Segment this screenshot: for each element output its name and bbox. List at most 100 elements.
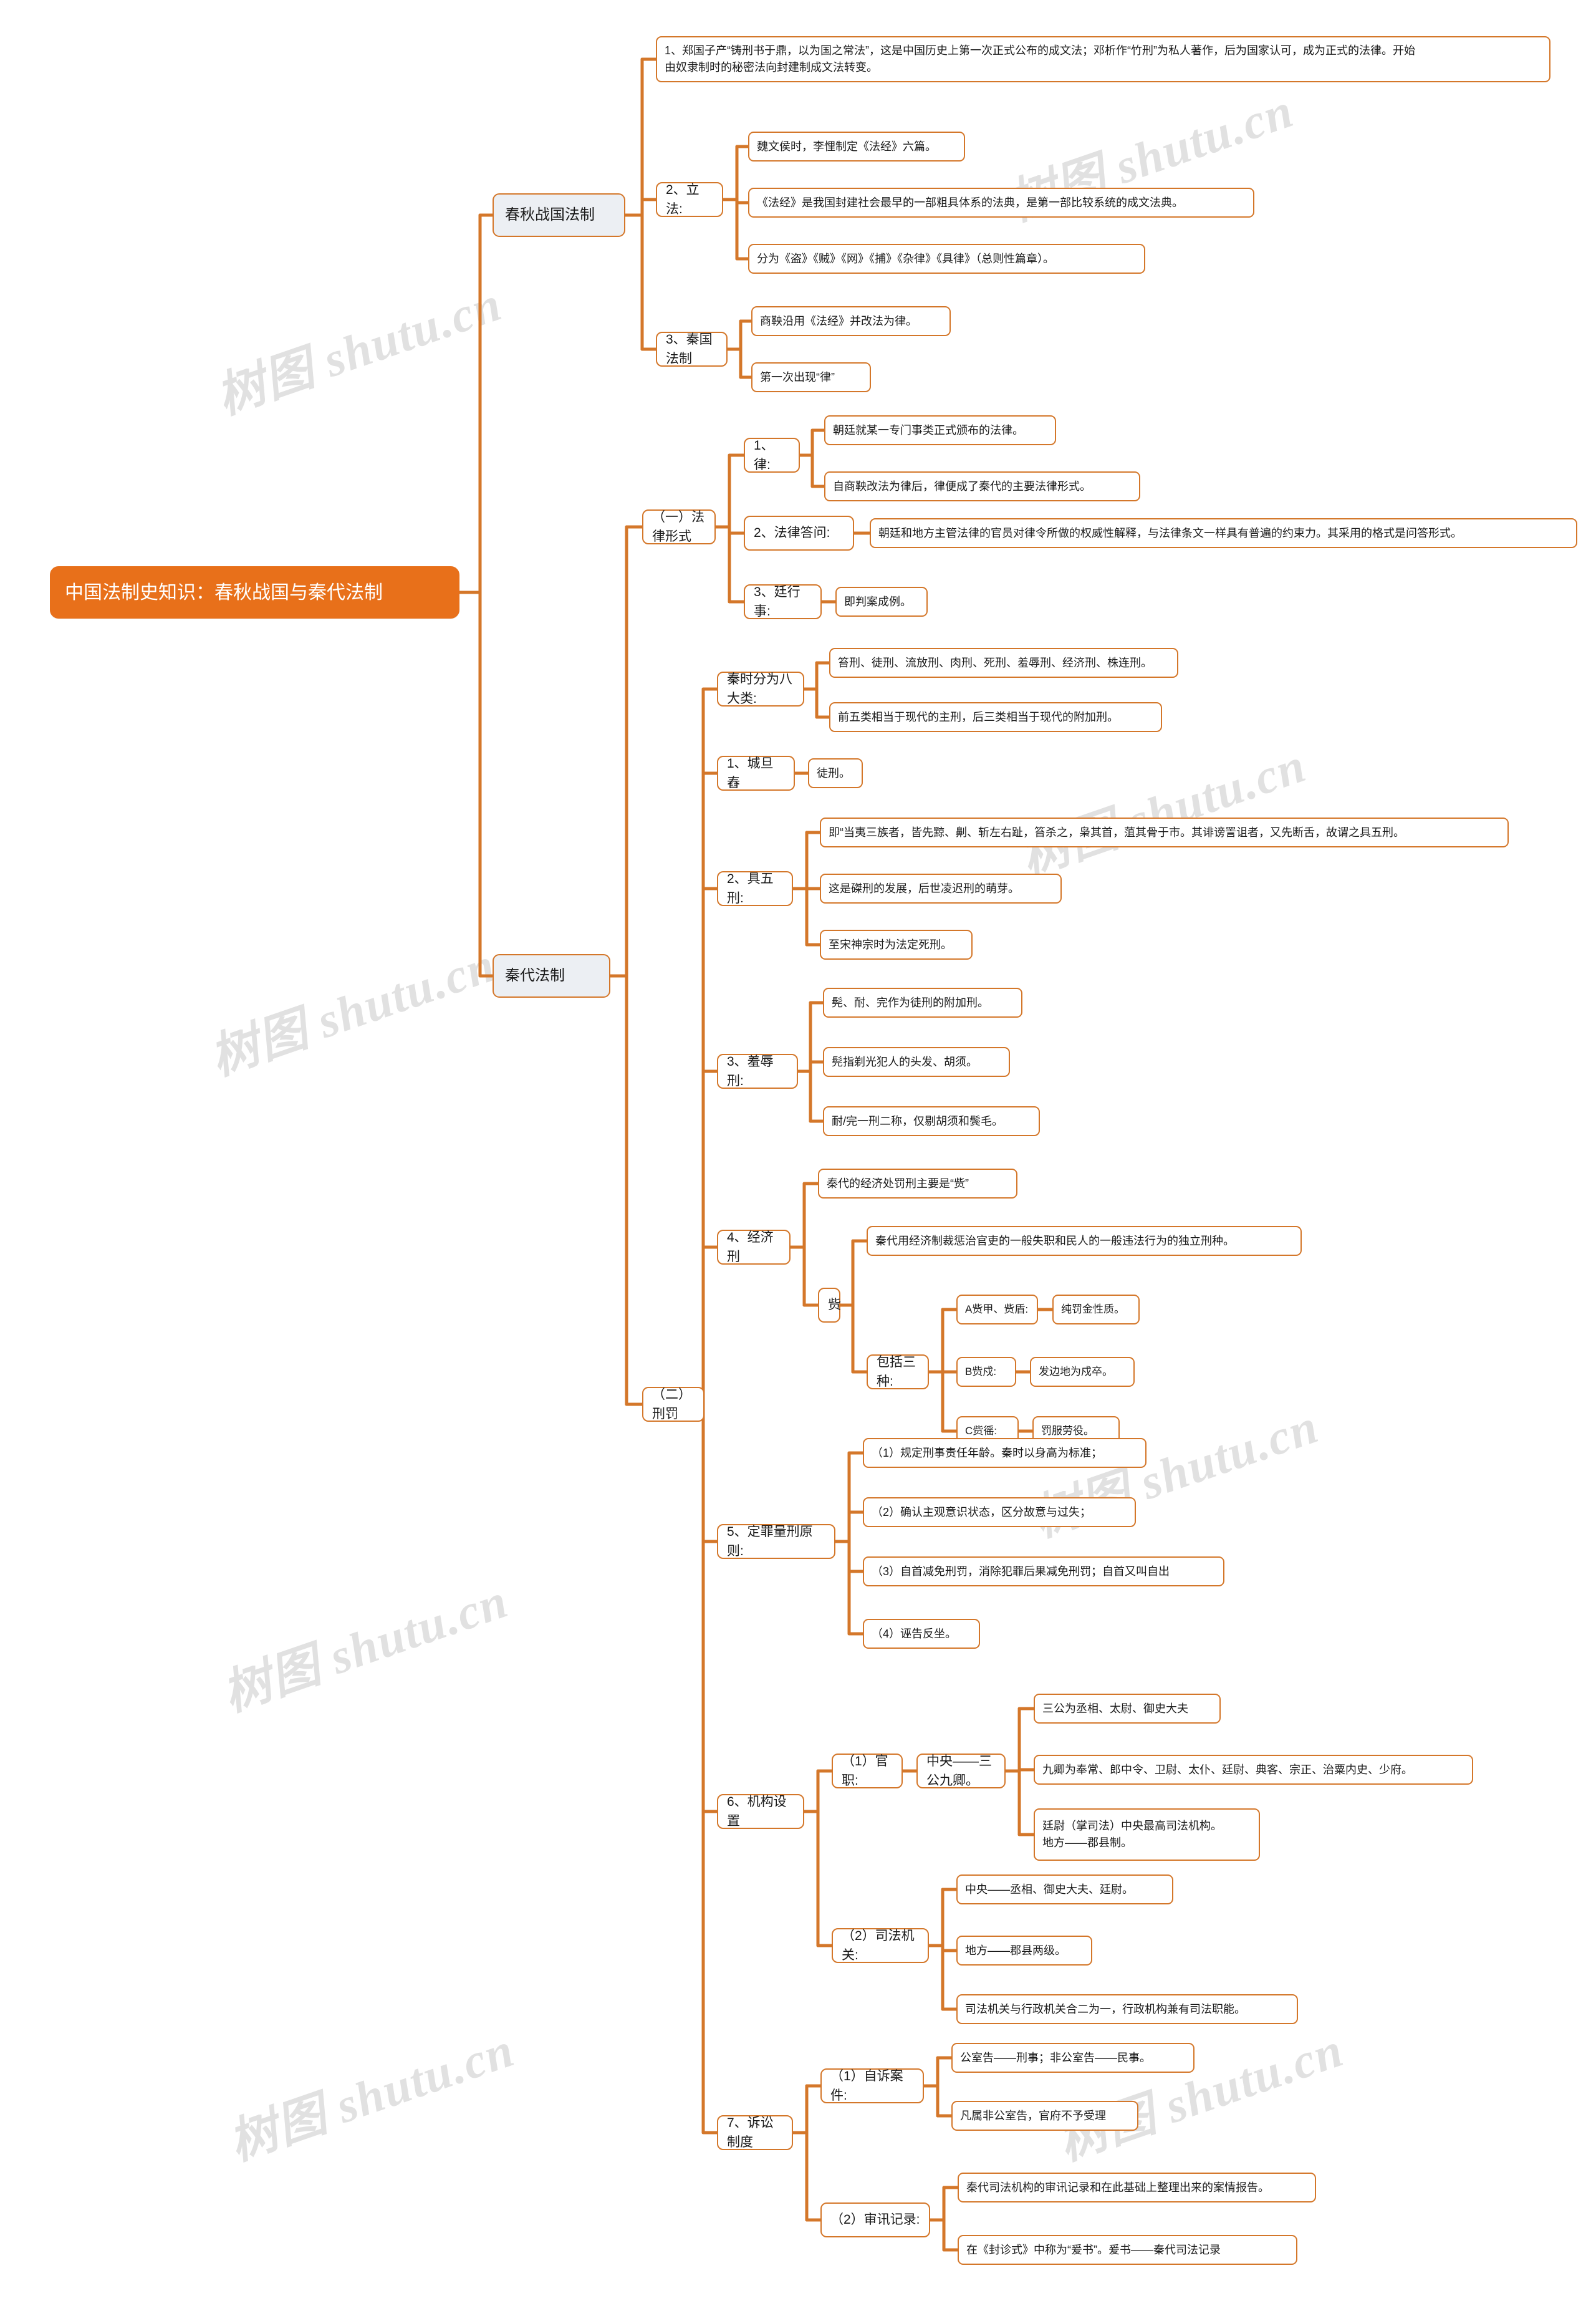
node-lv[interactable]: 1、律: bbox=[744, 438, 800, 473]
node-label: 凡属非公室告，官府不予受理 bbox=[960, 2109, 1106, 2122]
node-falvdawen-a[interactable]: 朝廷和地方主管法律的官员对律令所做的权威性解释，与法律条文一样具有普遍的约束力。… bbox=[870, 518, 1577, 548]
node-lifa-a[interactable]: 魏文侯时，李悝制定《法经》六篇。 bbox=[748, 132, 965, 162]
node-zi-a[interactable]: 秦代用经济制裁惩治官吏的一般失职和民人的一般违法行为的独立刑种。 bbox=[867, 1226, 1302, 1256]
branch-node-chunqiu[interactable]: 春秋战国法制 bbox=[493, 193, 625, 237]
node-shenxun-a[interactable]: 秦代司法机构的审讯记录和在此基础上整理出来的案情报告。 bbox=[958, 2173, 1316, 2202]
node-label: （2）审讯记录: bbox=[830, 2212, 920, 2227]
node-label: 罚服劳役。 bbox=[1041, 1425, 1094, 1437]
node-label: 6、机构设置 bbox=[727, 1794, 787, 1829]
node-tingxingshi-a[interactable]: 即判案成例。 bbox=[835, 587, 928, 617]
node-label: 第一次出现“律” bbox=[760, 370, 835, 384]
node-zi-b1[interactable]: A赀甲、赀盾: bbox=[956, 1295, 1038, 1324]
node-juwuxing[interactable]: 2、具五刑: bbox=[717, 871, 793, 906]
node-label: 3、廷行事: bbox=[754, 584, 800, 619]
node-label: 秦代司法机构的审讯记录和在此基础上整理出来的案情报告。 bbox=[966, 2181, 1269, 2194]
node-label: 1、律: bbox=[754, 438, 774, 473]
root-node[interactable]: 中国法制史知识：春秋战国与秦代法制 bbox=[50, 566, 459, 619]
node-label: 廷尉（掌司法）中央最高司法机构。 地方——郡县制。 bbox=[1042, 1820, 1222, 1849]
branch-label: 春秋战国法制 bbox=[505, 206, 595, 223]
node-label: 即判案成例。 bbox=[844, 595, 911, 608]
node-falvdawen[interactable]: 2、法律答问: bbox=[744, 516, 854, 551]
node-label: C赀徭: bbox=[965, 1425, 997, 1437]
node-zi-b2[interactable]: B赀戍: bbox=[956, 1357, 1016, 1387]
node-lv-b[interactable]: 自商鞅改法为律后，律便成了秦代的主要法律形式。 bbox=[824, 471, 1140, 501]
node-zi-b2-detail[interactable]: 发边地为戍卒。 bbox=[1030, 1357, 1135, 1387]
node-xiuruxing[interactable]: 3、羞辱刑: bbox=[717, 1054, 798, 1089]
node-guanzhi-a2[interactable]: 九卿为奉常、郎中令、卫尉、太仆、廷尉、典客、宗正、治粟内史、少府。 bbox=[1034, 1755, 1473, 1785]
node-juwuxing-c[interactable]: 至宋神宗时为法定死刑。 bbox=[820, 930, 973, 960]
node-guanzhi-a3[interactable]: 廷尉（掌司法）中央最高司法机构。 地方——郡县制。 bbox=[1034, 1808, 1260, 1861]
node-zisu-a[interactable]: 公室告——刑事；非公室告——民事。 bbox=[951, 2043, 1195, 2073]
node-zisu[interactable]: （1）自诉案件: bbox=[820, 2068, 924, 2103]
node-lifa-b[interactable]: 《法经》是我国封建社会最早的一部粗具体系的法典，是第一部比较系统的成文法典。 bbox=[748, 188, 1254, 218]
node-lv-a[interactable]: 朝廷就某一专门事类正式颁布的法律。 bbox=[824, 415, 1056, 445]
node-label: 即“当夷三族者，皆先黥、劓、斩左右趾，笞杀之，枭其首，菹其骨于市。其诽谤詈诅者，… bbox=[829, 826, 1405, 839]
node-label: 纯罚金性质。 bbox=[1061, 1303, 1125, 1316]
node-label: 地方——郡县两级。 bbox=[965, 1944, 1066, 1957]
branch-label: 秦代法制 bbox=[505, 967, 565, 984]
node-dingzui-2[interactable]: （2）确认主观意识状态，区分故意与过失； bbox=[863, 1497, 1136, 1527]
node-qinguo[interactable]: 3、秦国法制 bbox=[656, 332, 728, 367]
node-chengdanchong-a[interactable]: 徒刑。 bbox=[808, 758, 863, 788]
node-label: 秦代用经济制裁惩治官吏的一般失职和民人的一般违法行为的独立刑种。 bbox=[875, 1234, 1234, 1247]
node-dingzui-3[interactable]: （3）自首减免刑罚，消除犯罪后果减免刑罚；自首又叫自出 bbox=[863, 1556, 1224, 1586]
node-juwuxing-b[interactable]: 这是磔刑的发展，后世凌迟刑的萌芽。 bbox=[820, 874, 1062, 904]
watermark: 树图 shutu.cn bbox=[1051, 2022, 1350, 2171]
node-qinguo-a[interactable]: 商鞅沿用《法经》并改法为律。 bbox=[751, 306, 951, 336]
node-label: 3、秦国法制 bbox=[666, 332, 713, 367]
node-label: 中央——丞相、御史大夫、廷尉。 bbox=[965, 1883, 1133, 1896]
node-badalei[interactable]: 秦时分为八大类: bbox=[717, 672, 804, 707]
node-chengdanchong[interactable]: 1、城旦舂 bbox=[717, 756, 795, 791]
node-sifa-c[interactable]: 司法机关与行政机关合二为一，行政机构兼有司法职能。 bbox=[956, 1994, 1298, 2024]
node-xiuruxing-a[interactable]: 髡、耐、完作为徒刑的附加刑。 bbox=[823, 988, 1022, 1018]
node-sifa[interactable]: （2）司法机关: bbox=[832, 1928, 929, 1963]
node-xiuruxing-b[interactable]: 髡指剃光犯人的头发、胡须。 bbox=[823, 1047, 1010, 1077]
node-zi-b1-detail[interactable]: 纯罚金性质。 bbox=[1052, 1295, 1140, 1324]
node-xiuruxing-c[interactable]: 耐/完一刑二称，仅剔胡须和鬓毛。 bbox=[823, 1106, 1040, 1136]
node-label: 这是磔刑的发展，后世凌迟刑的萌芽。 bbox=[829, 882, 1019, 895]
node-jingjixing[interactable]: 4、经济刑 bbox=[717, 1230, 791, 1265]
node-label: 发边地为戍卒。 bbox=[1039, 1366, 1113, 1378]
node-shenxun[interactable]: （2）审讯记录: bbox=[820, 2202, 930, 2237]
node-zi-b[interactable]: 包括三种: bbox=[867, 1354, 929, 1389]
node-dingzui-4[interactable]: （4）诬告反坐。 bbox=[863, 1619, 980, 1649]
node-guanzhi-a[interactable]: 中央——三公九卿。 bbox=[916, 1754, 1006, 1788]
node-tingxingshi[interactable]: 3、廷行事: bbox=[744, 584, 822, 619]
watermark: 树图 shutu.cn bbox=[1014, 737, 1313, 886]
node-juwuxing-a[interactable]: 即“当夷三族者，皆先黥、劓、斩左右趾，笞杀之，枭其首，菹其骨于市。其诽谤詈诅者，… bbox=[820, 818, 1509, 847]
node-sifa-b[interactable]: 地方——郡县两级。 bbox=[956, 1936, 1092, 1966]
node-badalei-a[interactable]: 笞刑、徒刑、流放刑、肉刑、死刑、羞辱刑、经济刑、株连刑。 bbox=[829, 648, 1178, 678]
node-label: 1、郑国子产“铸刑书于鼎，以为国之常法”，这是中国历史上第一次正式公布的成文法；… bbox=[665, 44, 1415, 74]
node-dingzui-1[interactable]: （1）规定刑事责任年龄。秦时以身高为标准； bbox=[863, 1438, 1147, 1468]
node-jigou[interactable]: 6、机构设置 bbox=[717, 1794, 804, 1829]
branch-node-qindai[interactable]: 秦代法制 bbox=[493, 954, 610, 998]
node-dingzui[interactable]: 5、定罪量刑原则: bbox=[717, 1524, 835, 1559]
node-label: 2、具五刑: bbox=[727, 871, 774, 906]
node-qinguo-b[interactable]: 第一次出现“律” bbox=[751, 362, 871, 392]
node-chunqiu-1[interactable]: 1、郑国子产“铸刑书于鼎，以为国之常法”，这是中国历史上第一次正式公布的成文法；… bbox=[656, 36, 1550, 82]
node-badalei-b[interactable]: 前五类相当于现代的主刑，后三类相当于现代的附加刑。 bbox=[829, 702, 1162, 732]
node-label: 徒刑。 bbox=[817, 766, 850, 779]
node-label: 魏文侯时，李悝制定《法经》六篇。 bbox=[757, 140, 936, 153]
node-label: 公室告——刑事；非公室告——民事。 bbox=[960, 2051, 1151, 2064]
node-jingjixing-a[interactable]: 秦代的经济处罚刑主要是“赀” bbox=[818, 1169, 1017, 1199]
watermark: 树图 shutu.cn bbox=[203, 937, 502, 1086]
node-susong[interactable]: 7、诉讼制度 bbox=[717, 2115, 793, 2150]
node-label: 3、羞辱刑: bbox=[727, 1054, 774, 1089]
node-sifa-a[interactable]: 中央——丞相、御史大夫、廷尉。 bbox=[956, 1874, 1173, 1904]
node-falv-xingshi[interactable]: （一）法律形式 bbox=[642, 509, 716, 544]
node-xingfa[interactable]: （二）刑罚 bbox=[642, 1387, 704, 1422]
node-guanzhi[interactable]: （1）官职: bbox=[832, 1754, 903, 1788]
node-guanzhi-a1[interactable]: 三公为丞相、太尉、御史大夫 bbox=[1034, 1694, 1221, 1724]
node-label: （1）自诉案件: bbox=[830, 2068, 903, 2103]
node-lifa-c[interactable]: 分为《盗》《贼》《网》《捕》《杂律》《具律》（总则性篇章）。 bbox=[748, 244, 1145, 274]
node-label: 赀 bbox=[828, 1298, 841, 1313]
node-label: 髡、耐、完作为徒刑的附加刑。 bbox=[832, 996, 989, 1009]
node-lifa[interactable]: 2、立法: bbox=[656, 182, 723, 217]
node-label: 5、定罪量刑原则: bbox=[727, 1524, 813, 1559]
node-zi[interactable]: 赀 bbox=[818, 1288, 841, 1323]
node-label: （2）司法机关: bbox=[842, 1928, 915, 1963]
node-zisu-b[interactable]: 凡属非公室告，官府不予受理 bbox=[951, 2101, 1138, 2131]
node-shenxun-b[interactable]: 在《封诊式》中称为“爰书”。爰书——秦代司法记录 bbox=[958, 2235, 1297, 2265]
node-label: 包括三种: bbox=[877, 1354, 916, 1389]
